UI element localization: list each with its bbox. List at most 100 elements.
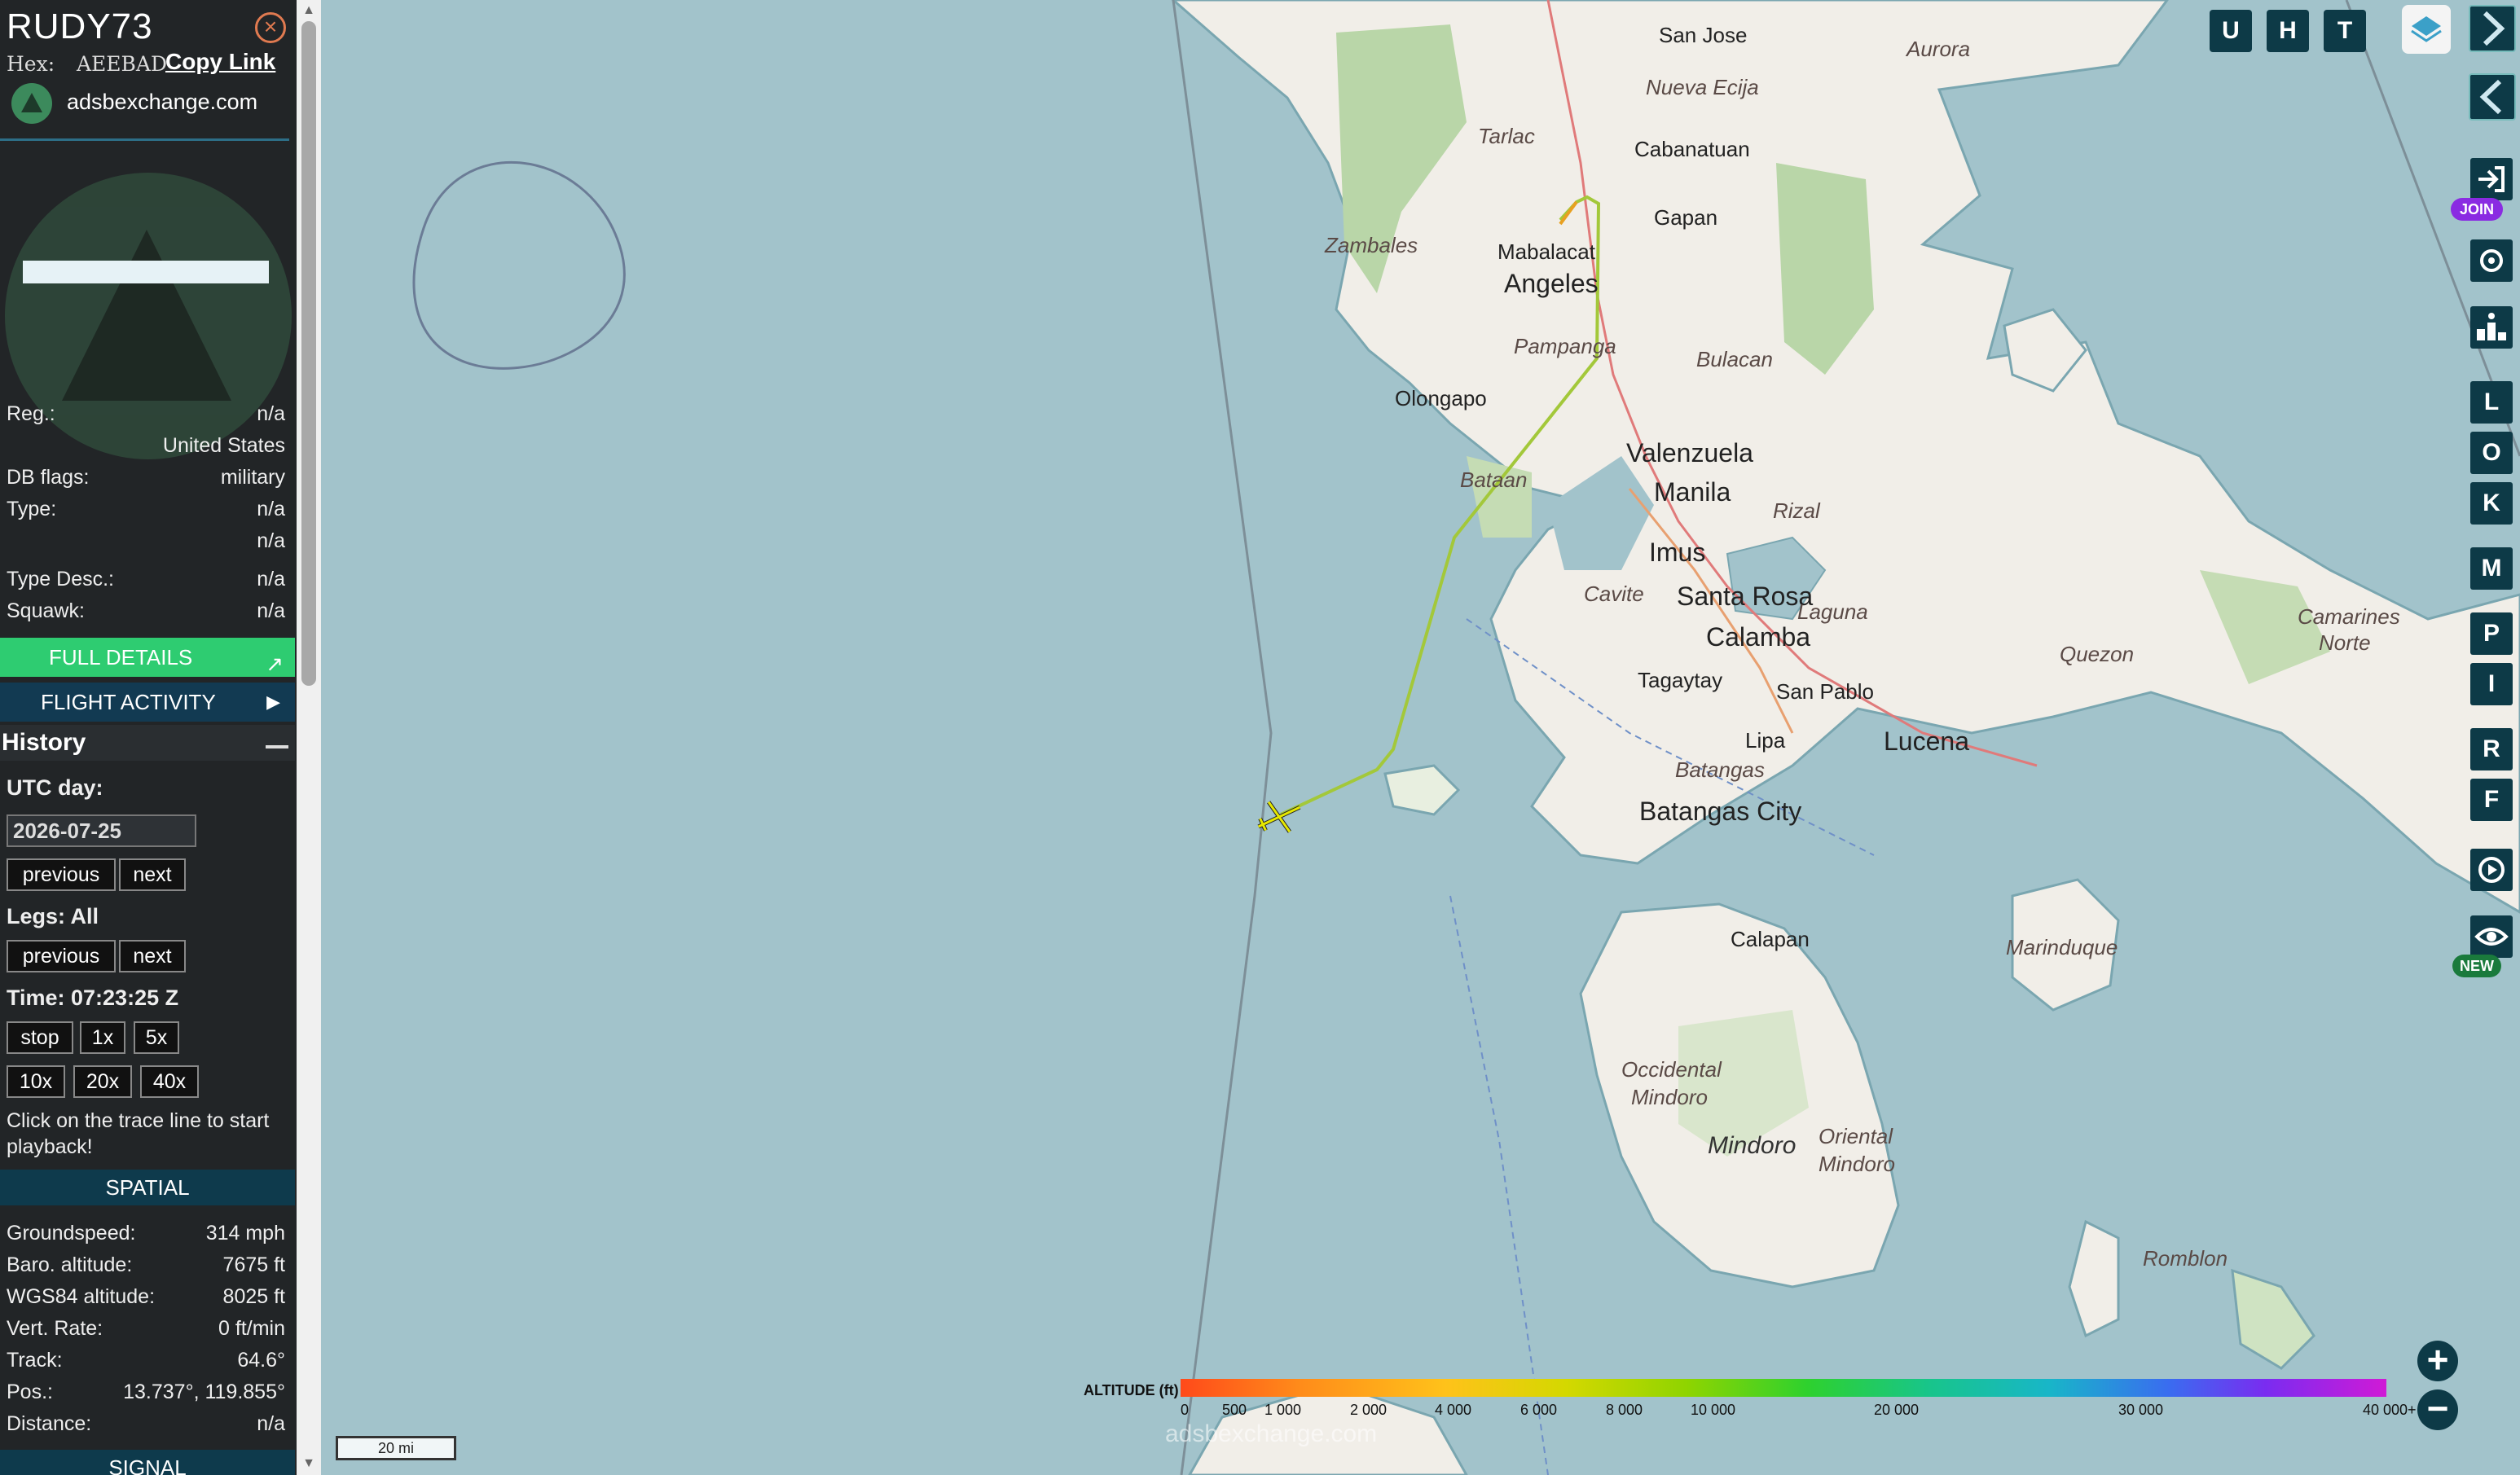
close-icon[interactable]: ×: [255, 12, 286, 43]
scroll-up-arrow[interactable]: ▲: [301, 3, 316, 18]
full-details-button[interactable]: FULL DETAILS ↗: [0, 638, 295, 677]
aircraft-info-sidebar: RUDY73 × Hex: AEEBAD Copy Link adsbexcha…: [0, 0, 297, 1475]
utc-date-input[interactable]: 2026-07-25: [7, 814, 196, 847]
toggle-m-button[interactable]: M: [2470, 547, 2513, 590]
speed-20x-button[interactable]: 20x: [73, 1065, 132, 1098]
login-button[interactable]: [2470, 158, 2513, 200]
replay-icon: [2478, 857, 2505, 883]
toggle-u-button[interactable]: U: [2210, 10, 2252, 52]
data-source-name: adsbexchange.com: [67, 90, 258, 114]
label-cavite: Cavite: [1584, 582, 1644, 606]
label-gapan: Gapan: [1654, 205, 1718, 230]
toggle-k-button[interactable]: K: [2470, 482, 2513, 525]
divider: [0, 138, 289, 141]
scrollbar-thumb[interactable]: [301, 21, 316, 686]
visibility-button[interactable]: [2470, 915, 2513, 958]
zoom-out-button[interactable]: −: [2417, 1389, 2458, 1430]
flight-activity-button[interactable]: FLIGHT ACTIVITY ▶: [0, 683, 295, 722]
label-manila: Manila: [1654, 477, 1731, 507]
full-details-label: FULL DETAILS: [49, 645, 193, 669]
label-camarines-1: Camarines: [2298, 604, 2400, 629]
scroll-down-arrow[interactable]: ▼: [301, 1456, 316, 1471]
squawk-value: n/a: [257, 599, 285, 622]
spatial-label: Track:: [7, 1349, 63, 1372]
altitude-tick-label: 6 000: [1520, 1402, 1558, 1418]
join-badge[interactable]: JOIN: [2451, 198, 2503, 221]
label-batangas-city: Batangas City: [1639, 797, 1802, 826]
replay-button[interactable]: [2470, 849, 2513, 891]
spatial-section-header[interactable]: SPATIAL: [0, 1170, 295, 1205]
toggle-t-button[interactable]: T: [2324, 10, 2366, 52]
toggle-i-button[interactable]: I: [2470, 663, 2513, 705]
label-tarlac: Tarlac: [1478, 124, 1535, 148]
caret-right-icon: ▶: [266, 691, 280, 712]
settings-button[interactable]: [2470, 239, 2513, 282]
label-tagaytay: Tagaytay: [1638, 668, 1723, 692]
speed-10x-button[interactable]: 10x: [7, 1065, 65, 1098]
toggle-h-button[interactable]: H: [2267, 10, 2309, 52]
toggle-l-button[interactable]: L: [2470, 381, 2513, 424]
label-olongapo: Olongapo: [1395, 386, 1487, 410]
altitude-tick-label: 8 000: [1606, 1402, 1643, 1418]
toggle-p-button[interactable]: P: [2470, 612, 2513, 655]
stats-button[interactable]: [2470, 306, 2513, 349]
spatial-label: Vert. Rate:: [7, 1317, 103, 1340]
label-mindoro: Mindoro: [1708, 1132, 1797, 1159]
altitude-tick-label: 4 000: [1435, 1402, 1472, 1418]
speed-40x-button[interactable]: 40x: [140, 1065, 199, 1098]
day-next-button[interactable]: next: [119, 858, 186, 891]
type-value-2: n/a: [257, 529, 285, 552]
playback-hint: Click on the trace line to start playbac…: [7, 1109, 270, 1158]
dbflags-label: DB flags:: [7, 466, 90, 489]
expand-sidebar-button[interactable]: [2469, 5, 2516, 52]
history-title: History: [2, 729, 86, 756]
layers-button[interactable]: [2402, 5, 2451, 54]
legs-label: Legs: All: [7, 904, 99, 928]
podium-icon: [2477, 313, 2506, 340]
leg-next-button[interactable]: next: [119, 940, 186, 972]
type-label: Type:: [7, 498, 57, 520]
label-aurora: Aurora: [1906, 37, 1971, 61]
photo-caption-bar: [23, 261, 269, 283]
label-camarines-2: Norte: [2319, 630, 2371, 655]
reg-label: Reg.:: [7, 402, 55, 425]
toggle-f-button[interactable]: F: [2470, 779, 2513, 821]
zoom-in-button[interactable]: +: [2417, 1341, 2458, 1381]
label-lipa: Lipa: [1745, 728, 1786, 753]
speed-stop-button[interactable]: stop: [7, 1021, 73, 1054]
gear-icon: [2480, 249, 2503, 272]
label-romblon: Romblon: [2143, 1246, 2228, 1271]
toggle-r-button[interactable]: R: [2470, 728, 2513, 770]
copy-link[interactable]: Copy Link: [165, 49, 275, 75]
hex-value: AEEBAD: [77, 52, 168, 76]
altitude-tick-label: 0: [1181, 1402, 1190, 1418]
history-section-header[interactable]: History: [0, 725, 295, 761]
leg-previous-button[interactable]: previous: [7, 940, 116, 972]
signal-section-header[interactable]: SIGNAL: [0, 1450, 295, 1475]
speed-1x-button[interactable]: 1x: [80, 1021, 125, 1054]
flight-activity-label: FLIGHT ACTIVITY: [41, 690, 216, 714]
label-marinduque: Marinduque: [2006, 935, 2118, 959]
chevron-right-icon: [2483, 11, 2505, 46]
altitude-tick-label: 40 000+: [2363, 1402, 2417, 1418]
label-calamba: Calamba: [1706, 622, 1811, 652]
spatial-label: Baro. altitude:: [7, 1253, 133, 1276]
new-badge: NEW: [2452, 955, 2501, 977]
spatial-label: Groundspeed:: [7, 1222, 136, 1245]
label-occ-mindoro-2: Mindoro: [1631, 1085, 1708, 1109]
day-previous-button[interactable]: previous: [7, 858, 116, 891]
collapse-sidebar-button[interactable]: [2469, 73, 2516, 121]
spatial-value: 13.737°, 119.855°: [123, 1381, 285, 1403]
aircraft-callsign: RUDY73: [7, 7, 153, 46]
toggle-o-button[interactable]: O: [2470, 432, 2513, 474]
label-quezon: Quezon: [2060, 642, 2135, 666]
altitude-tick-label: 2 000: [1350, 1402, 1388, 1418]
label-zambales: Zambales: [1325, 233, 1418, 257]
label-imus: Imus: [1649, 538, 1706, 567]
login-icon: [2478, 166, 2505, 192]
spatial-value: 7675 ft: [222, 1253, 285, 1276]
speed-5x-button[interactable]: 5x: [134, 1021, 179, 1054]
type-desc-value: n/a: [257, 568, 285, 590]
collapse-icon[interactable]: [266, 745, 288, 748]
map-scale: 20 mi: [336, 1436, 456, 1460]
